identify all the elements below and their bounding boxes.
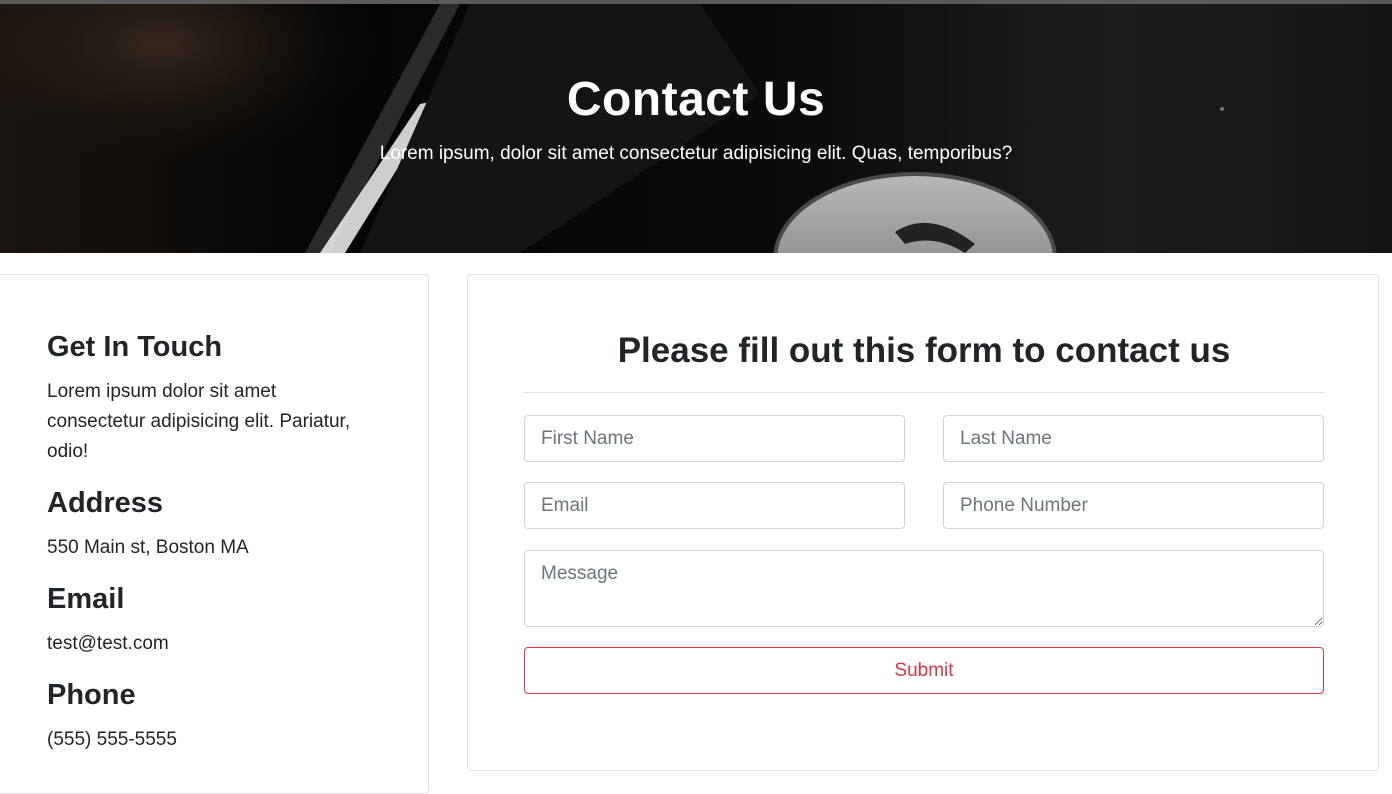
hero-banner: Contact Us Lorem ipsum, dolor sit amet c… bbox=[0, 4, 1392, 253]
last-name-input[interactable] bbox=[943, 415, 1324, 462]
form-title: Please fill out this form to contact us bbox=[617, 331, 1231, 370]
email-value: test@test.com bbox=[47, 633, 169, 654]
hero-title: Contact Us bbox=[566, 73, 826, 126]
phone-heading: Phone bbox=[47, 679, 136, 711]
email-heading: Email bbox=[47, 583, 125, 615]
address-value: 550 Main st, Boston MA bbox=[47, 537, 249, 558]
hero-subtitle: Lorem ipsum, dolor sit amet consectetur … bbox=[379, 143, 1013, 164]
get-in-touch-text-line3: odio! bbox=[47, 441, 89, 462]
get-in-touch-heading: Get In Touch bbox=[47, 331, 223, 363]
first-name-input[interactable] bbox=[524, 415, 905, 462]
submit-button[interactable]: Submit bbox=[524, 647, 1324, 694]
message-textarea[interactable] bbox=[524, 550, 1324, 627]
phone-value: (555) 555-5555 bbox=[47, 729, 177, 750]
get-in-touch-text-line1: Lorem ipsum dolor sit amet bbox=[47, 381, 277, 402]
address-heading: Address bbox=[47, 487, 164, 519]
contact-form: Please fill out this form to contact us … bbox=[467, 274, 1379, 771]
hero-background-image bbox=[0, 4, 1224, 253]
email-input[interactable] bbox=[524, 482, 905, 529]
get-in-touch-text-line2: consectetur adipisicing elit. Pariatur, bbox=[47, 411, 351, 432]
phone-number-input[interactable] bbox=[943, 482, 1324, 529]
form-divider bbox=[524, 392, 1324, 393]
contact-info-card: Get In Touch Lorem ipsum dolor sit amet … bbox=[0, 274, 429, 794]
